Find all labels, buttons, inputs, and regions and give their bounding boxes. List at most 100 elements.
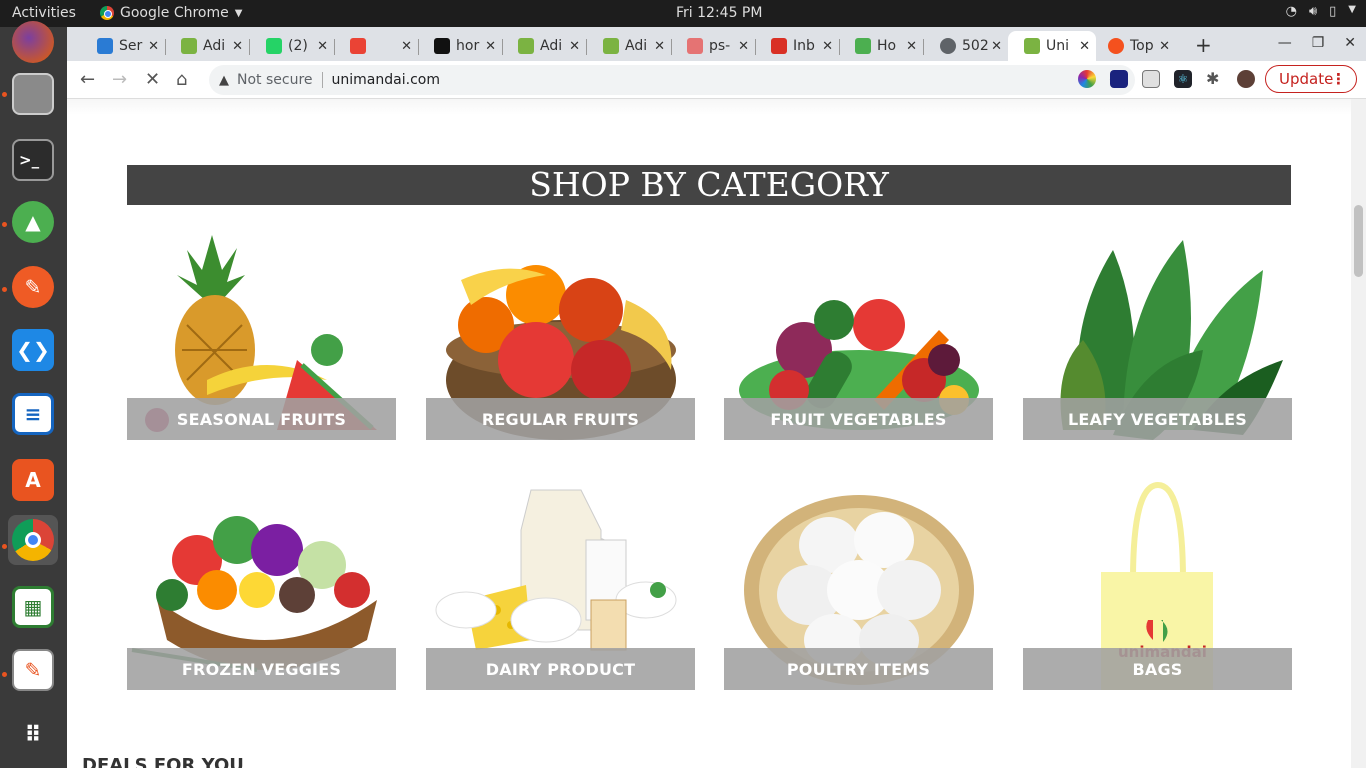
close-tab-icon[interactable]: ✕: [232, 39, 243, 54]
category-card[interactable]: POULTRY ITEMS: [724, 480, 993, 690]
browser-tab[interactable]: 502 ✕: [924, 31, 1008, 61]
browser-tab[interactable]: hor ✕: [418, 31, 502, 61]
close-tab-icon[interactable]: ✕: [401, 39, 412, 54]
dock-spreadsheet[interactable]: ▦: [8, 582, 58, 632]
minimize-button[interactable]: —: [1278, 35, 1292, 51]
chevron-down-icon: ▼: [234, 7, 243, 19]
close-tab-icon[interactable]: ✕: [569, 39, 580, 54]
app-name: Google Chrome: [120, 5, 229, 21]
browser-tab[interactable]: Uni ✕: [1008, 31, 1096, 61]
not-secure-label[interactable]: Not secure: [237, 72, 313, 88]
new-tab-button[interactable]: +: [1195, 33, 1212, 57]
browser-tab[interactable]: Ser ✕: [81, 31, 165, 61]
browser-tab[interactable]: Adi ✕: [587, 31, 671, 61]
clock[interactable]: Fri 12:45 PM: [676, 5, 762, 21]
back-button[interactable]: ←: [80, 69, 95, 90]
page-content: SHOP BY CATEGORY SEASONAL FRUITS REGULAR …: [67, 99, 1351, 768]
browser-tab[interactable]: (2) ✕: [250, 31, 334, 61]
mail-icon: [97, 38, 113, 54]
category-card[interactable]: LEAFY VEGETABLES: [1023, 230, 1292, 440]
category-card[interactable]: FRUIT VEGETABLES: [724, 230, 993, 440]
close-tab-icon[interactable]: ✕: [485, 39, 496, 54]
deals-heading: DEALS FOR YOU: [82, 755, 244, 768]
category-label[interactable]: REGULAR FRUITS: [426, 398, 695, 440]
browser-tab[interactable]: ✕: [334, 31, 418, 61]
category-card[interactable]: DAIRY PRODUCT: [426, 480, 695, 690]
volume-icon: 🔊︎: [1308, 4, 1318, 19]
url-text[interactable]: unimandai.com: [332, 72, 440, 88]
vscode-icon: ❮❯: [12, 329, 54, 371]
close-tab-icon[interactable]: ✕: [822, 39, 833, 54]
category-label[interactable]: POULTRY ITEMS: [724, 648, 993, 690]
home-button[interactable]: ⌂: [176, 69, 187, 90]
close-tab-icon[interactable]: ✕: [148, 39, 159, 54]
whatsapp-icon: [266, 38, 282, 54]
scrollbar[interactable]: [1351, 99, 1366, 768]
close-tab-icon[interactable]: ✕: [991, 39, 1002, 54]
category-label[interactable]: LEAFY VEGETABLES: [1023, 398, 1292, 440]
category-label[interactable]: BAGS: [1023, 648, 1292, 690]
dock-chrome[interactable]: [8, 515, 58, 565]
dock-files[interactable]: [8, 69, 58, 119]
forward-button[interactable]: →: [112, 69, 127, 90]
extension-icon[interactable]: [1142, 70, 1160, 88]
tab-label: Uni: [1046, 38, 1070, 54]
category-label[interactable]: SEASONAL FRUITS: [127, 398, 396, 440]
category-card[interactable]: SEASONAL FRUITS: [127, 230, 396, 440]
tab-label: 502: [962, 38, 989, 54]
close-tab-icon[interactable]: ✕: [906, 39, 917, 54]
system-tray[interactable]: ◔ 🔊︎ ▯ ▼: [1286, 4, 1356, 19]
extension-icon[interactable]: [1110, 70, 1128, 88]
maximize-button[interactable]: ❐: [1312, 35, 1325, 51]
browser-tab[interactable]: Inb ✕: [755, 31, 839, 61]
update-button[interactable]: Update ⋮: [1265, 65, 1357, 93]
close-tab-icon[interactable]: ✕: [317, 39, 328, 54]
close-tab-icon[interactable]: ✕: [1079, 39, 1090, 54]
browser-tab[interactable]: Adi ✕: [165, 31, 249, 61]
browser-tab[interactable]: Adi ✕: [502, 31, 586, 61]
address-bar[interactable]: ▲ Not secure unimandai.com ☆: [209, 65, 1135, 95]
puzzle-extensions-icon[interactable]: ✱: [1206, 70, 1224, 88]
color-picker-extension-icon[interactable]: [1078, 70, 1096, 88]
leaf-icon: [1024, 38, 1040, 54]
category-label[interactable]: FRUIT VEGETABLES: [724, 398, 993, 440]
category-card[interactable]: unimandaiBAGS: [1023, 480, 1292, 690]
terminal-icon: >_: [12, 139, 54, 181]
leaf-icon: [518, 38, 534, 54]
scrollbar-thumb[interactable]: [1354, 205, 1363, 277]
notepad-icon: ✎: [12, 649, 54, 691]
stop-button[interactable]: ✕: [145, 69, 160, 90]
dock-show-apps[interactable]: ⠿: [8, 710, 58, 760]
close-tab-icon[interactable]: ✕: [654, 39, 665, 54]
dock-firefox[interactable]: [8, 17, 58, 67]
close-tab-icon[interactable]: ✕: [1159, 39, 1170, 54]
chrome-icon: [100, 6, 114, 20]
react-devtools-icon[interactable]: ⚛: [1174, 70, 1192, 88]
tab-label: Adi: [203, 38, 226, 54]
category-label[interactable]: DAIRY PRODUCT: [426, 648, 695, 690]
gmail-icon: [771, 38, 787, 54]
browser-tab[interactable]: Top ✕: [1092, 31, 1176, 61]
close-tab-icon[interactable]: ✕: [738, 39, 749, 54]
dock-terminal[interactable]: >_: [8, 135, 58, 185]
browser-tab[interactable]: Ho ✕: [839, 31, 923, 61]
category-label[interactable]: FROZEN VEGGIES: [127, 648, 396, 690]
tab-label: Inb: [793, 38, 815, 54]
dock-postman[interactable]: ✎: [8, 262, 58, 312]
tab-label: Ser: [119, 38, 143, 54]
dock-rocket[interactable]: ▲: [8, 197, 58, 247]
browser-tab[interactable]: ps- ✕: [671, 31, 755, 61]
category-card[interactable]: REGULAR FRUITS: [426, 230, 695, 440]
dock-document-viewer[interactable]: ≡: [8, 389, 58, 439]
dock-software-center[interactable]: A: [8, 455, 58, 505]
tab-label: Ho: [877, 38, 897, 54]
close-window-button[interactable]: ✕: [1344, 35, 1356, 51]
dock-vscode[interactable]: ❮❯: [8, 325, 58, 375]
window-controls: — ❐ ✕: [1278, 35, 1356, 51]
profile-avatar[interactable]: [1237, 70, 1255, 88]
postman-icon: ✎: [12, 266, 54, 308]
dock-text-editor[interactable]: ✎: [8, 645, 58, 695]
header-shadow: [67, 99, 1351, 115]
category-card[interactable]: FROZEN VEGGIES: [127, 480, 396, 690]
app-menu[interactable]: Google Chrome ▼: [100, 5, 242, 21]
